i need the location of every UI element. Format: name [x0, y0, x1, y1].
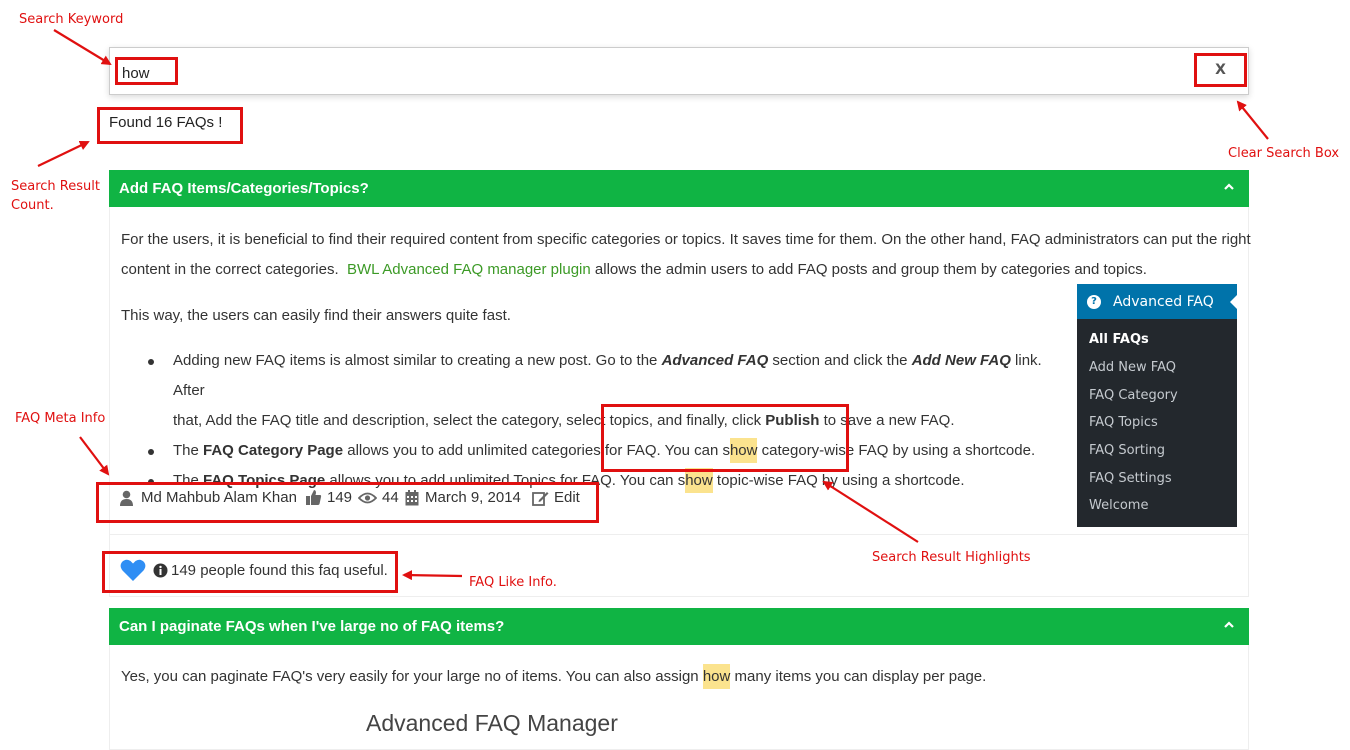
admin-menu-item: FAQ Category — [1089, 388, 1178, 403]
annotation-label: Search Keyword — [19, 12, 124, 27]
annotation-label: FAQ Meta Info — [15, 411, 106, 426]
admin-menu-header: ? Advanced FAQ — [1077, 284, 1237, 319]
admin-menu-item: Add New FAQ — [1089, 360, 1176, 375]
admin-menu-item: All FAQs — [1089, 332, 1149, 347]
annotation-box-count — [97, 107, 243, 144]
faq-title-2: Can I paginate FAQs when I've large no o… — [119, 618, 505, 635]
annotation-label: Search Result — [11, 179, 100, 194]
faq-answer-line: Yes, you can paginate FAQ's very easily … — [121, 662, 986, 692]
admin-menu-item: Welcome — [1089, 498, 1149, 513]
admin-menu-title: Advanced FAQ — [1113, 293, 1214, 310]
faq-header-2[interactable]: Can I paginate FAQs when I've large no o… — [109, 608, 1249, 645]
annotation-box-clear — [1194, 53, 1247, 87]
annotation-box-search — [115, 57, 178, 85]
search-highlight: how — [702, 664, 731, 689]
faq-answer-line: This way, the users can easily find thei… — [121, 307, 511, 324]
admin-menu-item: FAQ Topics — [1089, 415, 1158, 430]
chevron-up-icon — [1223, 618, 1235, 633]
chevron-up-icon — [1223, 180, 1235, 195]
annotation-label: FAQ Like Info. — [469, 575, 557, 590]
faq-answer-line: content in the correct categories. BWL A… — [121, 261, 1147, 278]
annotation-label: Count. — [11, 198, 54, 213]
annotation-box-like — [102, 551, 398, 593]
plugin-link[interactable]: BWL Advanced FAQ manager plugin — [347, 261, 591, 278]
list-item: Adding new FAQ items is almost similar t… — [148, 346, 1043, 406]
annotation-box-meta — [96, 482, 599, 523]
admin-menu-item: FAQ Settings — [1089, 471, 1172, 486]
annotation-label: Clear Search Box — [1228, 146, 1340, 161]
admin-menu-image: ? Advanced FAQ All FAQs Add New FAQ FAQ … — [1077, 284, 1237, 527]
faq-answer-line: For the users, it is beneficial to find … — [121, 231, 1251, 248]
question-icon: ? — [1087, 294, 1101, 309]
search-input[interactable] — [122, 62, 1162, 84]
faq-header-1[interactable]: Add FAQ Items/Categories/Topics? — [109, 170, 1249, 207]
embedded-image-title: Advanced FAQ Manager — [366, 710, 618, 736]
faq-panel-2 — [109, 645, 1249, 750]
annotation-box-highlights — [601, 404, 849, 472]
faq-title-1: Add FAQ Items/Categories/Topics? — [119, 180, 369, 197]
annotation-label: Search Result Highlights — [872, 550, 1031, 565]
divider — [109, 534, 1249, 535]
search-box — [109, 47, 1249, 95]
admin-menu-item: FAQ Sorting — [1089, 443, 1166, 458]
